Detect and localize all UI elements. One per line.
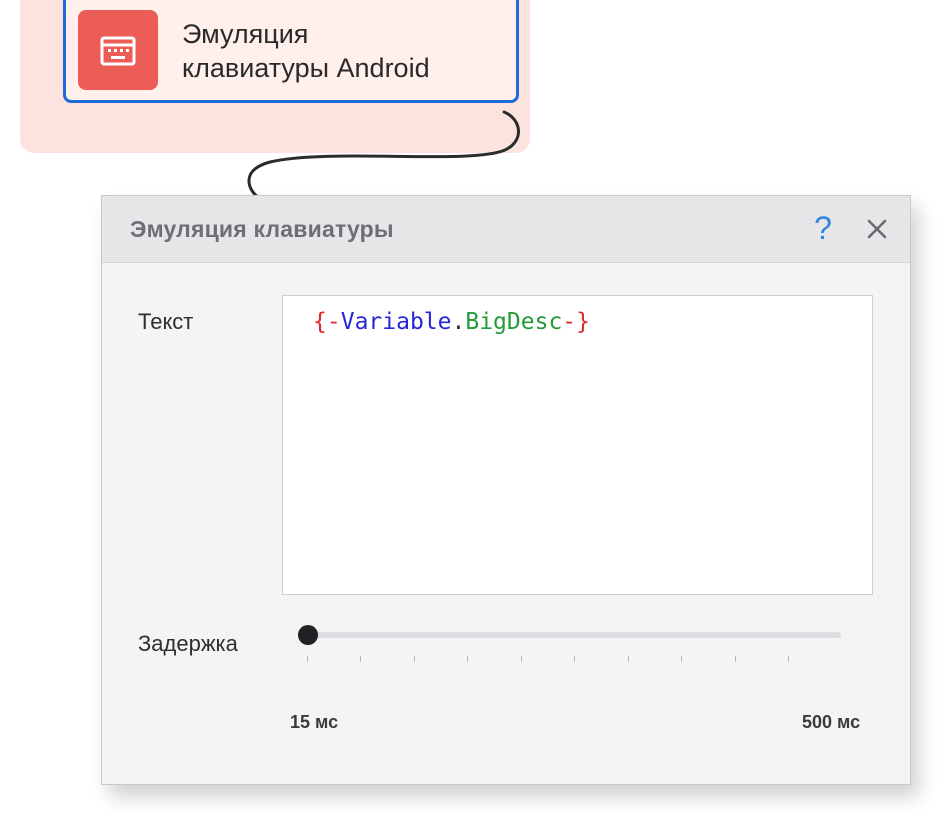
canvas: Эмуляция клавиатуры Android Эмуляция кла… bbox=[0, 0, 947, 820]
slider-tick bbox=[681, 656, 682, 662]
token-variable-name: BigDesc bbox=[465, 309, 563, 335]
dialog-title: Эмуляция клавиатуры bbox=[130, 216, 394, 242]
close-icon bbox=[867, 219, 887, 239]
token-close-brace: } bbox=[576, 309, 591, 335]
token-keyword: Variable bbox=[340, 309, 452, 335]
keyboard-emulation-node[interactable]: Эмуляция клавиатуры Android bbox=[63, 0, 519, 103]
delay-min-label: 15 мс bbox=[290, 712, 339, 732]
slider-tick bbox=[360, 656, 361, 662]
token-dot: . bbox=[451, 309, 466, 335]
settings-dialog: Эмуляция клавиатуры ? Текст {-Variable.B… bbox=[101, 195, 911, 785]
token-dash: - bbox=[326, 309, 341, 335]
delay-label: Задержка bbox=[138, 631, 238, 656]
delay-slider-thumb[interactable] bbox=[298, 625, 318, 645]
token-dash: - bbox=[562, 309, 577, 335]
slider-tick bbox=[574, 656, 575, 662]
slider-tick bbox=[307, 656, 308, 662]
slider-tick bbox=[414, 656, 415, 662]
keyboard-icon bbox=[78, 10, 158, 90]
token-open-brace: { bbox=[313, 309, 327, 335]
text-input[interactable]: {-Variable.BigDesc-} bbox=[282, 295, 873, 595]
slider-tick bbox=[467, 656, 468, 662]
slider-tick bbox=[628, 656, 629, 662]
dialog-header: Эмуляция клавиатуры ? bbox=[102, 196, 910, 263]
delay-max-label: 500 мс bbox=[802, 712, 861, 732]
slider-tick bbox=[788, 656, 789, 662]
text-label: Текст bbox=[138, 309, 194, 334]
close-button[interactable] bbox=[862, 212, 892, 244]
delay-slider-track[interactable] bbox=[306, 632, 841, 638]
help-button[interactable]: ? bbox=[808, 210, 838, 246]
node-group: Эмуляция клавиатуры Android bbox=[20, 0, 530, 153]
slider-tick bbox=[521, 656, 522, 662]
node-title: Эмуляция клавиатуры Android bbox=[182, 19, 430, 83]
slider-tick bbox=[735, 656, 736, 662]
